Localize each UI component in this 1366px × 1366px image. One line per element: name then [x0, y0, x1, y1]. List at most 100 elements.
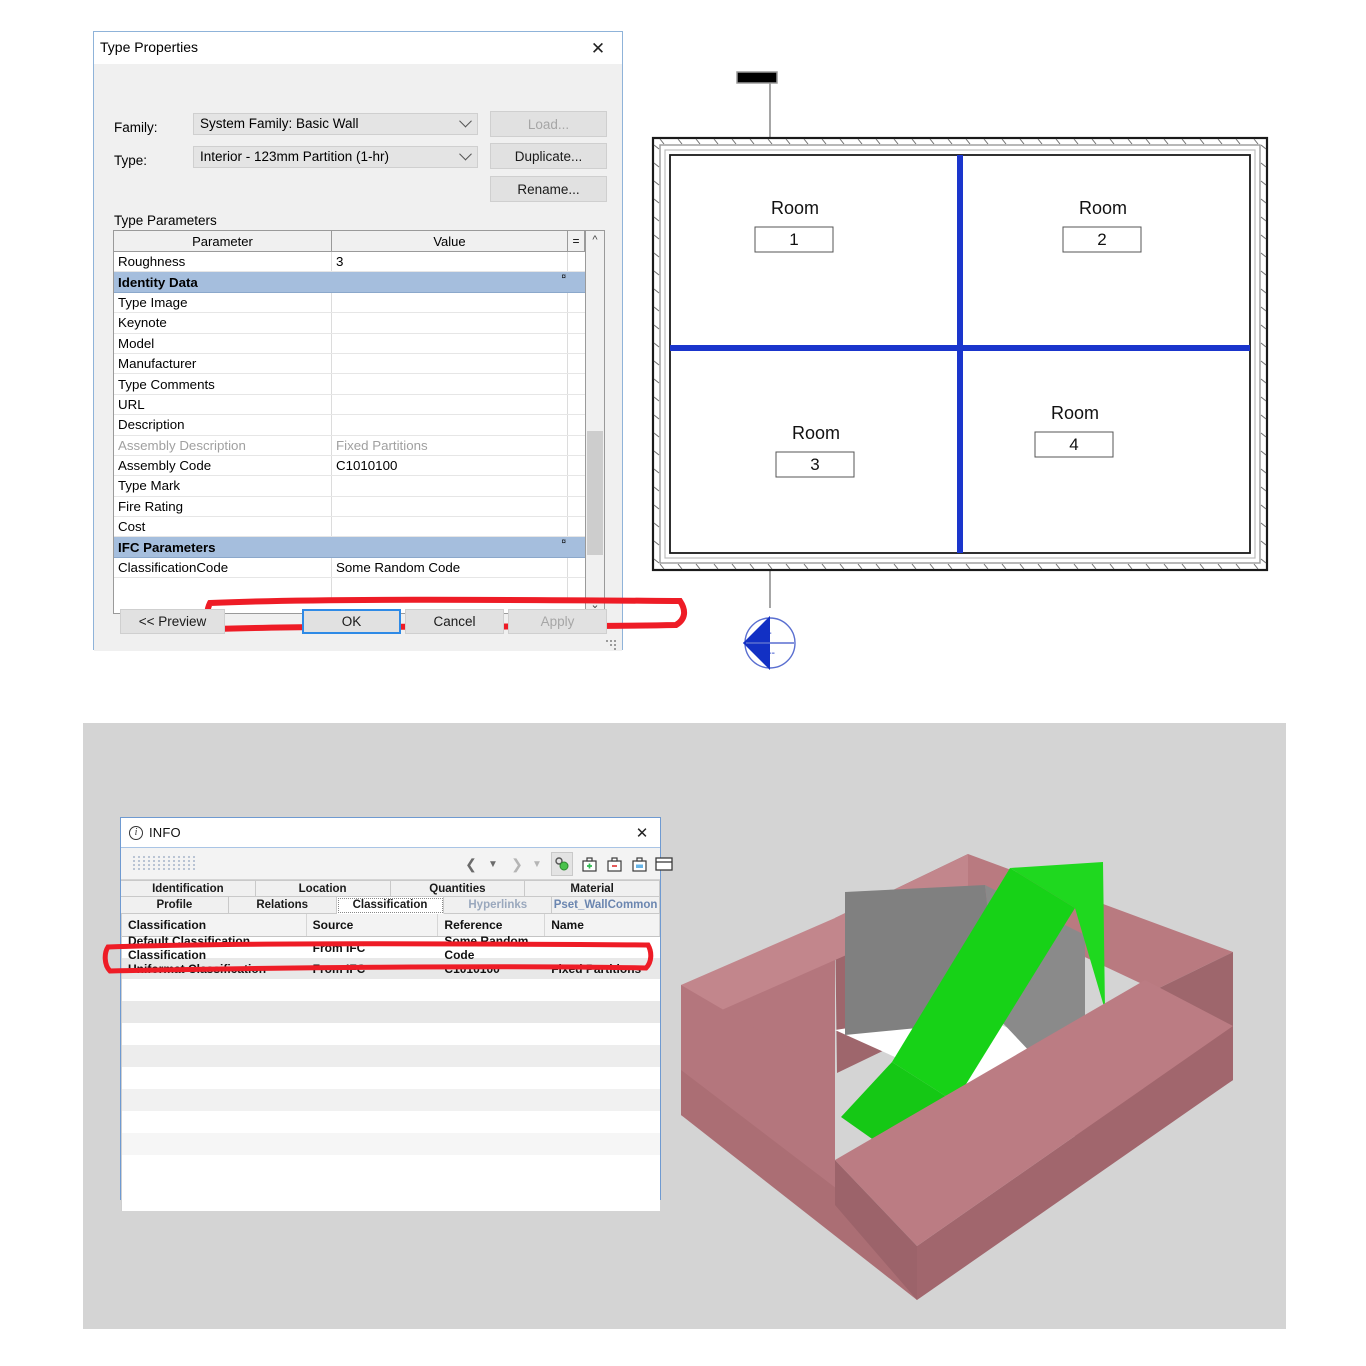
cell-equals[interactable] [568, 456, 585, 475]
cell-value[interactable]: 3 [332, 252, 568, 272]
cell-value[interactable] [332, 394, 568, 415]
edit-property-icon[interactable] [629, 852, 649, 876]
list-item[interactable] [122, 979, 660, 1001]
add-property-icon[interactable] [579, 852, 599, 876]
cell-value[interactable] [332, 313, 568, 333]
cell-equals[interactable] [568, 517, 585, 536]
list-item[interactable] [122, 1155, 660, 1177]
remove-property-icon[interactable] [604, 852, 624, 876]
table-row[interactable]: Type Image [114, 292, 585, 314]
section-head-marker[interactable] [736, 71, 778, 84]
table-row[interactable]: Manufacturer [114, 353, 585, 375]
drag-grip-icon[interactable] [133, 856, 195, 872]
cell-value[interactable]: Some Random Code [332, 557, 568, 578]
column-header-source[interactable]: Source [307, 914, 439, 936]
cell-equals[interactable] [568, 415, 585, 434]
scrollbar-thumb[interactable] [587, 431, 603, 555]
table-row[interactable]: Identity Data ¤ [114, 272, 585, 293]
cell-equals[interactable] [568, 354, 585, 373]
table-row[interactable]: IFC Parameters ¤ [114, 537, 585, 558]
cell-equals[interactable] [568, 476, 585, 495]
scroll-up-icon[interactable]: ^ [586, 231, 604, 249]
table-row[interactable]: ClassificationCode Some Random Code [114, 557, 585, 579]
preview-button[interactable]: << Preview [120, 609, 225, 634]
column-header-value[interactable]: Value [332, 231, 568, 251]
cell-equals[interactable] [568, 334, 585, 353]
list-item[interactable] [122, 1133, 660, 1155]
cell-value[interactable] [332, 517, 568, 537]
type-parameters-grid[interactable]: Parameter Value = Roughness 3 Identity Dat… [113, 230, 585, 614]
list-item[interactable] [122, 1045, 660, 1067]
list-item[interactable] [122, 1067, 660, 1089]
grid-vertical-scrollbar[interactable]: ^ ⌄ [585, 230, 605, 614]
tab-relations[interactable]: Relations [228, 897, 337, 914]
load-button[interactable]: Load... [490, 111, 607, 137]
apply-button[interactable]: Apply [508, 609, 607, 634]
table-row[interactable]: Assembly Description Fixed Partitions [114, 435, 585, 456]
group-collapse-icon[interactable]: ¤ [562, 272, 566, 281]
cell-value[interactable]: C1010100 [332, 455, 568, 476]
cell-value[interactable] [332, 333, 568, 353]
table-row[interactable]: Description [114, 415, 585, 436]
list-item[interactable] [122, 1001, 660, 1023]
table-row[interactable]: Keynote [114, 313, 585, 334]
list-item[interactable] [122, 1111, 660, 1133]
cell-equals[interactable] [568, 313, 585, 332]
tab-profile[interactable]: Profile [121, 897, 229, 914]
close-icon[interactable]: ✕ [632, 823, 652, 843]
table-row[interactable]: Model [114, 333, 585, 354]
cell-value[interactable] [332, 415, 568, 435]
table-row[interactable]: URL [114, 394, 585, 416]
cell-equals[interactable] [568, 252, 585, 271]
layout-icon[interactable] [654, 852, 674, 876]
rename-button[interactable]: Rename... [490, 176, 607, 202]
cell-equals[interactable] [568, 497, 585, 516]
cancel-button[interactable]: Cancel [405, 609, 504, 634]
tab-material[interactable]: Material [525, 881, 660, 897]
type-select[interactable]: Interior - 123mm Partition (1-hr) [193, 146, 478, 168]
wall-assembly-3d-view[interactable] [655, 830, 1275, 1310]
cell-value[interactable] [332, 353, 568, 374]
cell-value[interactable]: Fixed Partitions [332, 435, 568, 455]
list-item[interactable] [122, 1177, 660, 1199]
table-row[interactable]: Assembly Code C1010100 [114, 455, 585, 477]
tab-location[interactable]: Location [255, 881, 391, 897]
family-select[interactable]: System Family: Basic Wall [193, 113, 478, 135]
property-link-icon[interactable] [551, 852, 573, 876]
prev-dropdown-icon[interactable]: ▼ [483, 852, 503, 876]
cell-value[interactable] [332, 496, 568, 517]
table-row[interactable]: Type Comments [114, 374, 585, 395]
floor-plan-view[interactable]: Room 1 Room 2 Room 3 Room 4 - --- [630, 60, 1290, 690]
cell-equals[interactable] [568, 436, 585, 455]
cell-value[interactable] [332, 374, 568, 394]
duplicate-button[interactable]: Duplicate... [490, 143, 607, 169]
cell-value[interactable] [332, 476, 568, 496]
ok-button[interactable]: OK [302, 609, 401, 634]
list-item[interactable] [122, 1023, 660, 1045]
table-row[interactable]: Fire Rating [114, 496, 585, 518]
cell-equals[interactable] [568, 374, 585, 393]
tab-identification[interactable]: Identification [121, 881, 256, 897]
tab-hyperlinks[interactable]: Hyperlinks [444, 897, 553, 914]
list-item[interactable] [122, 1089, 660, 1111]
table-row[interactable]: Cost [114, 517, 585, 538]
cell-equals[interactable] [568, 395, 585, 414]
close-icon[interactable]: ✕ [578, 36, 618, 60]
next-icon[interactable]: ❯ [507, 852, 527, 876]
tab-quantities[interactable]: Quantities [390, 881, 526, 897]
table-row[interactable]: Roughness 3 [114, 252, 585, 273]
section-tail-marker[interactable]: - --- [743, 616, 797, 670]
resize-grip-icon[interactable] [606, 636, 618, 650]
next-dropdown-icon[interactable]: ▼ [527, 852, 547, 876]
cell-value[interactable] [332, 292, 568, 313]
prev-icon[interactable]: ❮ [461, 852, 481, 876]
cell-equals[interactable] [568, 293, 585, 312]
column-header-equals[interactable]: = [568, 231, 585, 251]
column-header-parameter[interactable]: Parameter [114, 231, 332, 251]
table-row[interactable]: Type Mark [114, 476, 585, 497]
cell-equals[interactable] [568, 558, 585, 577]
tab-classification[interactable]: Classification [336, 897, 445, 914]
column-header-name[interactable]: Name [545, 914, 660, 936]
group-collapse-icon[interactable]: ¤ [562, 537, 566, 546]
tab-pset-wallcommon[interactable]: Pset_WallCommon [552, 897, 660, 914]
